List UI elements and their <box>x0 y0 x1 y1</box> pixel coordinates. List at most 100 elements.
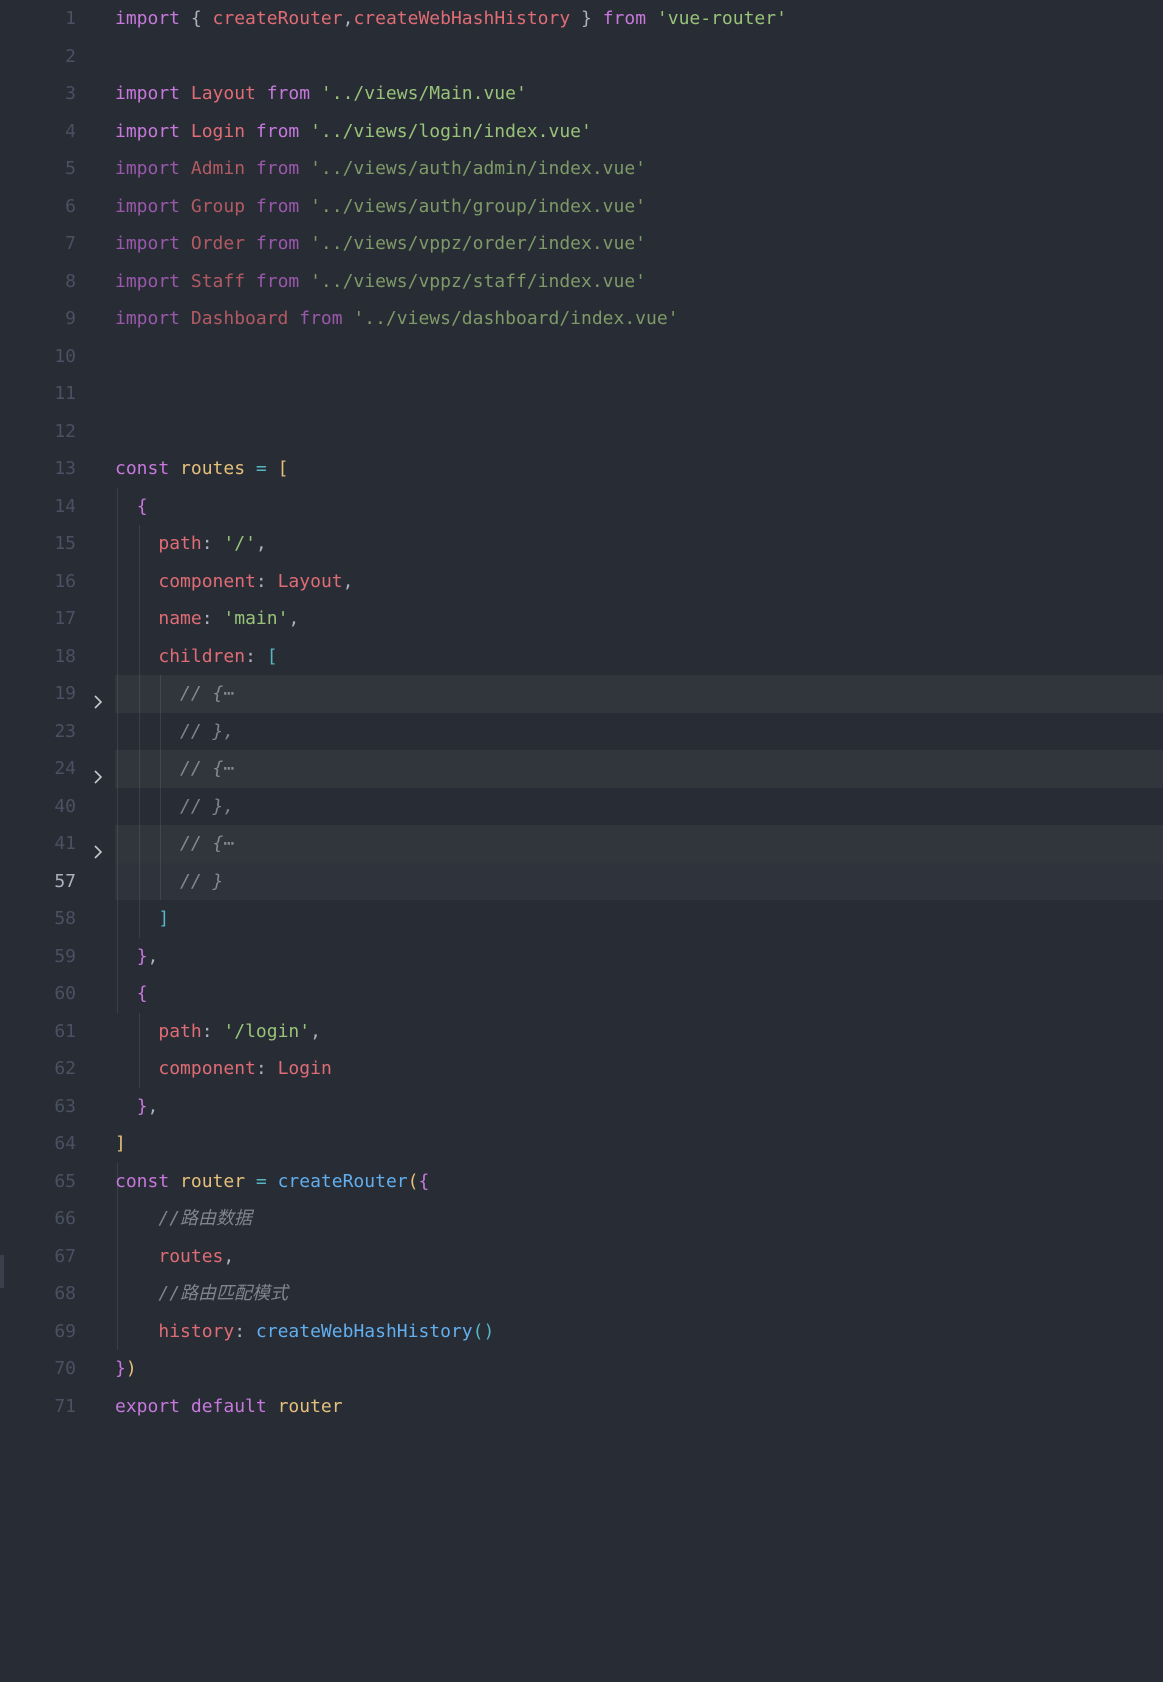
code-token: '../views/vppz/staff/index.vue' <box>310 270 647 292</box>
code-line[interactable]: 59 }, <box>0 938 1163 976</box>
code-text: ] <box>115 900 169 938</box>
fold-chevron-right-icon[interactable] <box>90 686 106 709</box>
code-token: const <box>115 458 181 479</box>
code-line[interactable]: 69 history: createWebHashHistory() <box>0 1313 1163 1351</box>
code-editor[interactable]: 1 import { createRouter,createWebHashHist… <box>0 0 1163 1682</box>
code-line[interactable]: 24 // {⋯ <box>0 750 1163 788</box>
code-line[interactable]: 70}) <box>0 1350 1163 1388</box>
code-token: import <box>115 8 191 29</box>
fold-chevron-right-icon[interactable] <box>90 761 106 784</box>
code-token: ⋯ <box>223 833 235 854</box>
code-line[interactable]: 66 //路由数据 <box>0 1200 1163 1238</box>
code-line[interactable]: 58 ] <box>0 900 1163 938</box>
code-token: '../views/Main.vue' <box>320 83 527 104</box>
code-line[interactable]: 10 <box>0 338 1163 376</box>
line-number: 40 <box>54 795 76 817</box>
line-number: 4 <box>65 120 76 142</box>
code-line[interactable]: 13 const routes = [ <box>0 450 1163 488</box>
code-token: import <box>115 120 191 142</box>
code-token: import <box>115 270 191 292</box>
line-number: 7 <box>65 233 76 254</box>
line-number: 16 <box>54 570 76 592</box>
code-line[interactable]: 62 component: Login <box>0 1050 1163 1088</box>
code-token: } <box>136 1095 148 1117</box>
code-token: import <box>115 233 191 254</box>
code-line[interactable]: 1 import { createRouter,createWebHashHist… <box>0 0 1163 38</box>
code-text: import Admin from '../views/auth/admin/i… <box>115 150 646 188</box>
code-line[interactable]: 63 }, <box>0 1088 1163 1126</box>
code-token: import <box>115 308 191 329</box>
code-token: const <box>115 1170 181 1192</box>
line-number: 61 <box>54 1020 76 1042</box>
code-line[interactable]: 60 { <box>0 975 1163 1013</box>
code-line[interactable]: 14 { <box>0 488 1163 526</box>
code-token: : <box>201 608 224 629</box>
code-text: import Layout from '../views/Main.vue' <box>115 75 527 113</box>
code-line[interactable]: 5 import Admin from '../views/auth/admin/… <box>0 150 1163 188</box>
code-text: }) <box>115 1350 137 1388</box>
code-token: history <box>158 1320 235 1342</box>
code-line[interactable]: 6 import Group from '../views/auth/group/… <box>0 188 1163 226</box>
code-token: component <box>158 1058 256 1079</box>
code-token: from <box>255 158 311 179</box>
code-token: Order <box>190 233 256 254</box>
code-line[interactable]: 2 <box>0 38 1163 76</box>
code-line[interactable]: 8 import Staff from '../views/vppz/staff/… <box>0 263 1163 301</box>
code-token: : <box>255 1058 278 1079</box>
code-line[interactable]: 9 import Dashboard from '../views/dashboa… <box>0 300 1163 338</box>
code-token: Admin <box>190 158 256 179</box>
line-number: 23 <box>54 720 76 742</box>
code-line[interactable]: 68 //路由匹配模式 <box>0 1275 1163 1313</box>
code-line[interactable]: 64] <box>0 1125 1163 1163</box>
code-line[interactable]: 7 import Order from '../views/vppz/order/… <box>0 225 1163 263</box>
code-line[interactable]: 19 // {⋯ <box>0 675 1163 713</box>
code-line[interactable]: 17 name: 'main', <box>0 600 1163 638</box>
code-token: Staff <box>190 270 256 292</box>
code-line[interactable]: 3 import Layout from '../views/Main.vue' <box>0 75 1163 113</box>
code-token: : <box>201 533 224 554</box>
code-line[interactable]: 11 <box>0 375 1163 413</box>
code-token: // { <box>180 683 224 704</box>
code-token: ] <box>158 908 170 929</box>
code-line[interactable]: 15 path: '/', <box>0 525 1163 563</box>
code-text: export default router <box>115 1388 343 1426</box>
line-number: 24 <box>54 758 76 779</box>
line-number: 11 <box>54 383 76 404</box>
code-token: component <box>158 570 256 592</box>
code-text: // }, <box>115 788 234 826</box>
code-line[interactable]: 67 routes, <box>0 1238 1163 1276</box>
code-token: : <box>255 570 278 592</box>
code-token: //路由数据 <box>158 1208 253 1229</box>
line-number: 14 <box>54 495 76 517</box>
line-number: 41 <box>54 833 76 854</box>
code-line[interactable]: 4 import Login from '../views/login/index… <box>0 113 1163 151</box>
code-token: import <box>115 83 191 104</box>
code-token: // }, <box>180 720 235 742</box>
line-number: 67 <box>54 1245 76 1267</box>
code-token: { <box>136 495 148 517</box>
code-line[interactable]: 61 path: '/login', <box>0 1013 1163 1051</box>
code-token: // { <box>180 833 224 854</box>
fold-chevron-right-icon[interactable] <box>90 836 106 859</box>
code-text: import Group from '../views/auth/group/i… <box>115 188 646 226</box>
code-line[interactable]: 40 // }, <box>0 788 1163 826</box>
code-line[interactable]: 12 <box>0 413 1163 451</box>
code-line[interactable]: 57 // } <box>0 863 1163 901</box>
code-line[interactable]: 23 // }, <box>0 713 1163 751</box>
code-line[interactable]: 65 const router = createRouter({ <box>0 1163 1163 1201</box>
code-line[interactable]: 71 export default router <box>0 1388 1163 1426</box>
code-line[interactable]: 41 // {⋯ <box>0 825 1163 863</box>
code-token: router <box>180 1170 256 1192</box>
code-line[interactable]: 16 component: Layout, <box>0 563 1163 601</box>
code-text: import Login from '../views/login/index.… <box>115 113 592 151</box>
code-line[interactable]: 18 children: [ <box>0 638 1163 676</box>
code-text: // } <box>115 863 223 901</box>
code-token: '../views/vppz/order/index.vue' <box>310 233 647 254</box>
